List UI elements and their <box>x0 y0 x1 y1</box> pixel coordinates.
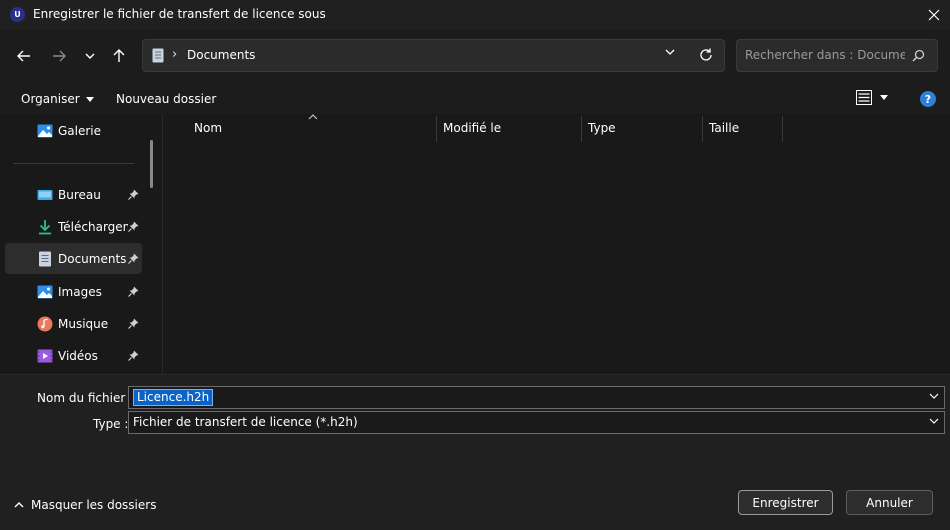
recent-locations-button[interactable] <box>76 42 104 70</box>
file-type-value: Fichier de transfert de licence (*.h2h) <box>133 415 358 429</box>
sidebar-item-label: Bureau <box>58 187 101 202</box>
sidebar-item-documents[interactable]: Documents <box>5 243 142 274</box>
sidebar-item-label: Images <box>58 284 102 299</box>
filename-field[interactable]: Licence.h2h <box>128 386 945 409</box>
caret-down-icon <box>85 96 94 102</box>
chevron-down-icon[interactable] <box>665 49 675 55</box>
sidebar-item-images[interactable]: Images <box>5 276 142 307</box>
close-icon <box>928 9 940 21</box>
organiser-label: Organiser <box>21 92 80 106</box>
column-divider[interactable] <box>436 116 437 142</box>
sidebar-item-videos[interactable]: Vidéos <box>5 340 142 371</box>
command-bar: Organiser Nouveau dossier ? <box>0 84 950 114</box>
chevron-down-icon <box>85 53 95 59</box>
cancel-button[interactable]: Annuler <box>846 490 933 515</box>
videos-icon <box>37 349 53 363</box>
sidebar-scrollbar[interactable] <box>150 140 153 188</box>
column-divider[interactable] <box>782 116 783 142</box>
pin-icon <box>128 189 139 200</box>
document-icon <box>152 48 164 63</box>
document-icon <box>39 251 51 267</box>
images-icon <box>37 285 53 299</box>
filename-selected-text[interactable]: Licence.h2h <box>133 389 214 406</box>
sidebar-item-label: Vidéos <box>58 348 98 363</box>
sidebar-item-label: Galerie <box>58 123 102 138</box>
sidebar-item-label: Téléchargem <box>58 219 128 234</box>
column-header-type[interactable]: Type <box>588 121 616 135</box>
download-icon <box>39 220 51 235</box>
music-icon <box>37 316 53 332</box>
desktop-icon <box>37 190 53 200</box>
title-bar: U Enregistrer le fichier de transfert de… <box>0 0 950 30</box>
sidebar-item-galerie[interactable]: Galerie <box>5 115 142 146</box>
sidebar-item-telechargements[interactable]: Téléchargem <box>5 211 142 242</box>
file-type-select[interactable]: Fichier de transfert de licence (*.h2h) <box>128 411 945 434</box>
app-icon: U <box>10 7 25 22</box>
sidebar-item-musique[interactable]: Musique <box>5 308 142 339</box>
help-button[interactable]: ? <box>920 91 936 107</box>
file-list[interactable]: Nom Modifié le Type Taille <box>162 114 950 374</box>
chevron-up-icon <box>14 502 24 508</box>
view-options-button[interactable] <box>856 90 888 105</box>
refresh-icon[interactable] <box>698 47 714 63</box>
search-input[interactable] <box>745 48 905 62</box>
pin-icon <box>128 286 139 297</box>
sidebar-item-label: Documents <box>58 251 127 266</box>
arrow-up-icon <box>113 49 125 62</box>
sidebar-item-label: Musique <box>58 316 109 331</box>
save-button[interactable]: Enregistrer <box>738 490 833 515</box>
close-button[interactable] <box>918 0 950 30</box>
navigation-pane: Galerie Bureau Téléchargem Documents Ima… <box>0 114 162 374</box>
back-button[interactable] <box>10 42 38 70</box>
details-view-icon <box>856 90 872 105</box>
save-options-panel: Nom du fichier : Licence.h2h Type : Fich… <box>0 374 950 530</box>
window-title: Enregistrer le fichier de transfert de l… <box>33 7 326 21</box>
hide-folders-button[interactable]: Masquer les dossiers <box>14 498 156 512</box>
column-divider[interactable] <box>702 116 703 142</box>
column-divider[interactable] <box>581 116 582 142</box>
forward-button[interactable] <box>45 42 73 70</box>
new-folder-button[interactable]: Nouveau dossier <box>116 92 216 106</box>
arrow-right-icon <box>53 50 66 62</box>
pin-icon <box>128 253 139 264</box>
column-header-nom[interactable]: Nom <box>194 121 222 135</box>
breadcrumb-separator: › <box>172 47 178 62</box>
breadcrumb-documents[interactable]: Documents <box>187 48 255 62</box>
column-header-modifie-le[interactable]: Modifié le <box>443 121 501 135</box>
hide-folders-label: Masquer les dossiers <box>31 498 157 512</box>
pin-icon <box>128 221 139 232</box>
sidebar-divider <box>13 163 134 164</box>
gallery-icon <box>37 124 53 138</box>
caret-down-icon <box>880 95 888 100</box>
sort-ascending-icon <box>308 114 318 120</box>
column-header-taille[interactable]: Taille <box>709 121 739 135</box>
address-bar[interactable]: › Documents <box>142 39 725 72</box>
sidebar-item-bureau[interactable]: Bureau <box>5 179 142 210</box>
navigation-bar: › Documents <box>0 30 950 84</box>
up-button[interactable] <box>105 42 133 70</box>
chevron-down-icon[interactable] <box>929 418 939 424</box>
organiser-button[interactable]: Organiser <box>21 92 94 106</box>
chevron-down-icon[interactable] <box>929 393 939 399</box>
pin-icon <box>128 350 139 361</box>
arrow-left-icon <box>17 50 30 62</box>
filename-label: Nom du fichier : <box>37 391 134 405</box>
search-icon <box>912 49 925 62</box>
search-box <box>736 39 938 72</box>
type-label: Type : <box>93 417 129 431</box>
pin-icon <box>128 318 139 329</box>
